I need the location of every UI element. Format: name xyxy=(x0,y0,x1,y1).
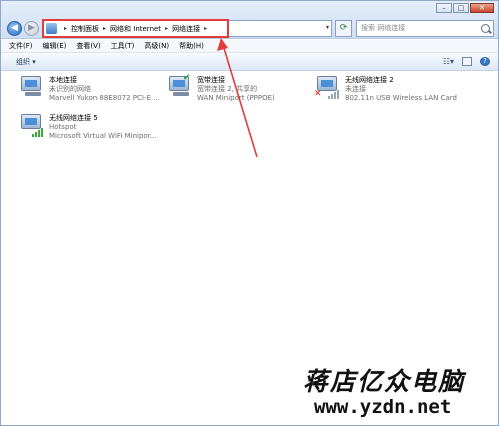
connection-status: 未连接 xyxy=(345,85,366,93)
menu-advanced[interactable]: 高级(N) xyxy=(144,41,169,51)
disconnected-x-icon: ✕ xyxy=(314,89,322,99)
help-icon[interactable]: ? xyxy=(480,57,490,66)
minimize-button[interactable]: – xyxy=(436,3,452,13)
command-bar: 组织 ▾ ☷▾ ? xyxy=(1,54,498,71)
connected-check-icon: ✔ xyxy=(183,73,191,83)
menu-tools[interactable]: 工具(T) xyxy=(111,41,135,51)
refresh-button[interactable]: ⟳ xyxy=(335,20,352,37)
connection-name: 无线网络连接 2 xyxy=(345,76,394,84)
close-button[interactable]: ✕ xyxy=(470,3,494,13)
search-input[interactable]: 搜索 网络连接 xyxy=(356,20,494,37)
menu-edit[interactable]: 编辑(E) xyxy=(43,41,67,51)
connection-name: 本地连接 xyxy=(49,76,77,84)
menu-file[interactable]: 文件(F) xyxy=(9,41,33,51)
connection-device: WAN Miniport (PPPOE) xyxy=(197,94,275,102)
menu-bar: 文件(F) 编辑(E) 查看(V) 工具(T) 高级(N) 帮助(H) xyxy=(1,40,498,53)
maximize-button[interactable]: □ xyxy=(453,3,469,13)
connection-device: 802.11n USB Wireless LAN Card xyxy=(345,94,457,102)
connection-broadband[interactable]: ✔ 宽带连接 宽带连接 2, 共享的 WAN Miniport (PPPOE) xyxy=(167,73,275,103)
connection-status: 未识别的网络 xyxy=(49,85,91,93)
watermark-url: www.yzdn.net xyxy=(314,396,452,418)
command-bar-right: ☷▾ ? xyxy=(443,57,490,66)
wireless-connected-icon xyxy=(19,114,45,138)
search-placeholder: 搜索 网络连接 xyxy=(361,24,406,32)
explorer-window: – □ ✕ ◀ ▶ ▸ 控制面板 ▸ 网络和 Internet ▸ 网络连接 ▸… xyxy=(0,0,499,426)
menu-view[interactable]: 查看(V) xyxy=(76,41,100,51)
preview-pane-icon[interactable] xyxy=(462,57,472,66)
search-icon[interactable] xyxy=(481,24,490,33)
menu-help[interactable]: 帮助(H) xyxy=(179,41,204,51)
forward-button[interactable]: ▶ xyxy=(24,21,39,36)
window-controls: – □ ✕ xyxy=(436,3,494,13)
change-view-icon[interactable]: ☷▾ xyxy=(443,57,454,66)
annotation-highlight-box xyxy=(42,19,229,38)
connection-name: 宽带连接 xyxy=(197,76,225,84)
wireless-disconnected-icon: ✕ xyxy=(314,76,341,100)
connection-status: Hotspot xyxy=(49,123,77,131)
title-address-bar: – □ ✕ ◀ ▶ ▸ 控制面板 ▸ 网络和 Internet ▸ 网络连接 ▸… xyxy=(1,1,498,39)
connection-wireless-5[interactable]: 无线网络连接 5 Hotspot Microsoft Virtual WiFi … xyxy=(19,114,157,141)
broadband-connected-icon: ✔ xyxy=(167,73,193,100)
connection-wireless-2[interactable]: ✕ 无线网络连接 2 未连接 802.11n USB Wireless LAN … xyxy=(314,76,457,103)
address-dropdown-icon[interactable]: ▾ xyxy=(326,24,329,31)
wired-network-icon xyxy=(19,76,45,100)
connection-name: 无线网络连接 5 xyxy=(49,114,98,122)
connection-local[interactable]: 本地连接 未识别的网络 Marvell Yukon 88E8072 PCI-E … xyxy=(19,76,160,103)
watermark-text: 蒋店亿众电脑 xyxy=(303,367,466,396)
organize-button[interactable]: 组织 ▾ xyxy=(16,57,36,67)
connection-status: 宽带连接 2, 共享的 xyxy=(197,85,258,93)
connection-device: Microsoft Virtual WiFi Minipor... xyxy=(49,132,157,140)
back-button[interactable]: ◀ xyxy=(7,21,22,36)
connection-device: Marvell Yukon 88E8072 PCI-E ... xyxy=(49,94,160,102)
